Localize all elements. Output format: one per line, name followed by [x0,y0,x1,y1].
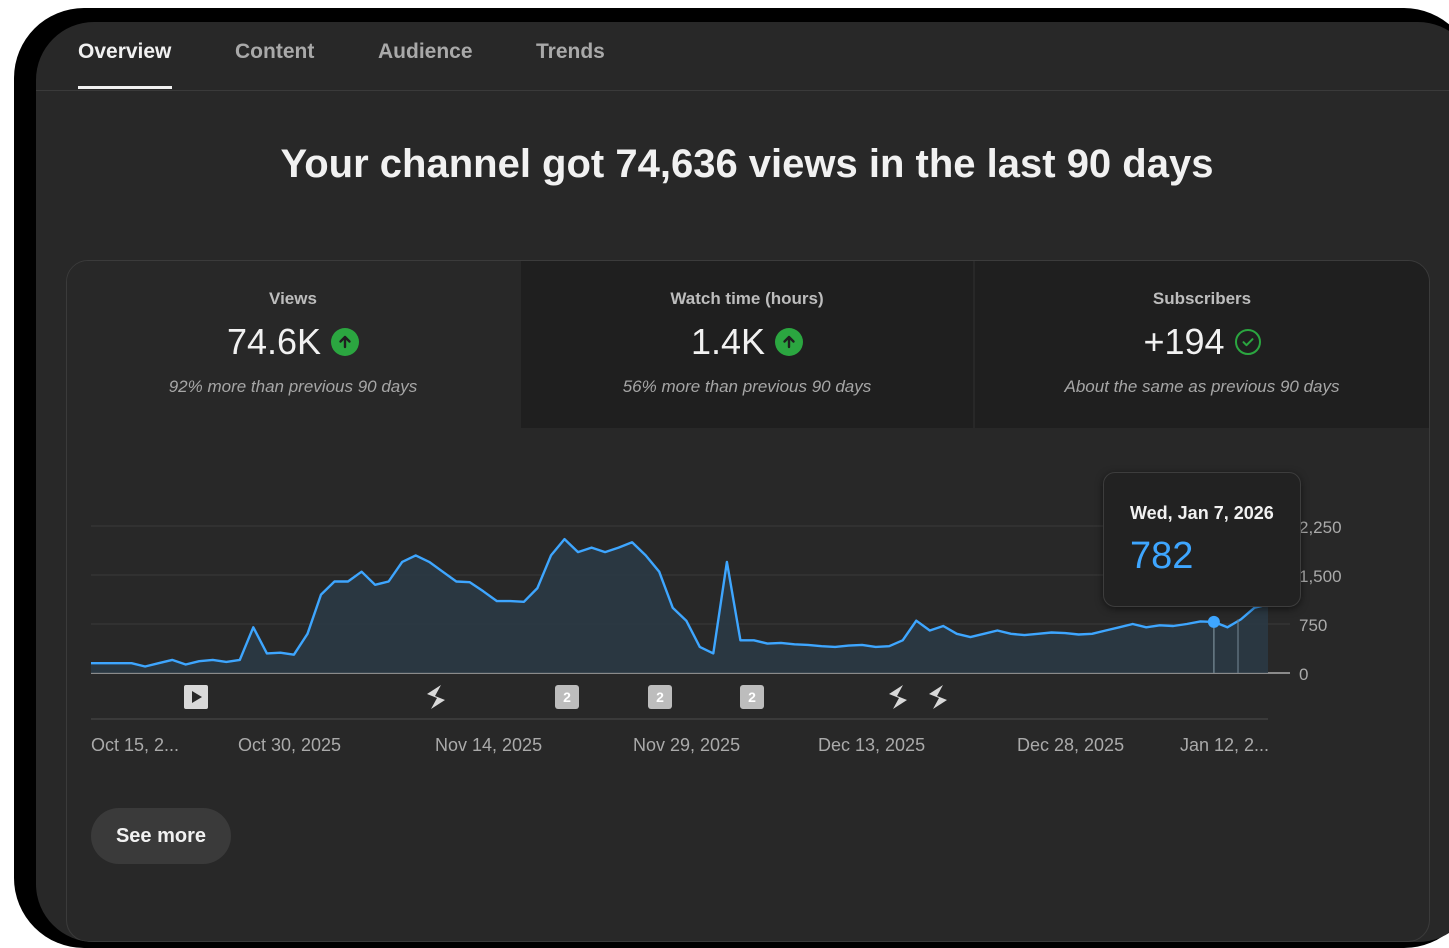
metric-views[interactable]: Views 74.6K 92% more than previous 90 da… [67,261,519,428]
check-circle-icon [1234,329,1261,355]
arrow-up-circle-icon [775,328,804,356]
metric-value: +194 [1143,321,1225,362]
tooltip-value: 782 [1130,535,1194,577]
tooltip-date: Wed, Jan 7, 2026 [1130,503,1274,523]
tab-content[interactable]: Content [235,40,314,64]
metric-note: 56% more than previous 90 days [622,377,872,396]
tab-audience[interactable]: Audience [378,40,473,64]
metric-note: About the same as previous 90 days [1064,377,1340,396]
metric-label: Watch time (hours) [670,289,824,308]
metric-watch-time[interactable]: Watch time (hours) 1.4K 56% more than pr… [521,261,973,428]
see-more-button[interactable]: See more [91,808,231,864]
tab-bar: Overview Content Audience Trends [36,22,1449,91]
tab-trends[interactable]: Trends [536,40,605,64]
metric-value: 1.4K [690,321,766,362]
metric-note: 92% more than previous 90 days [168,377,418,396]
metric-subscribers[interactable]: Subscribers +194 About the same as previ… [975,261,1429,428]
metric-label: Subscribers [1152,289,1252,308]
chart-tooltip: Wed, Jan 7, 2026 782 [1103,472,1301,607]
arrow-up-circle-icon [331,328,360,356]
active-tab-indicator [78,86,172,89]
page-headline: Your channel got 74,636 views in the las… [280,142,1214,186]
metric-label: Views [269,289,317,308]
tab-overview[interactable]: Overview [78,40,171,64]
metric-value: 74.6K [226,321,322,362]
